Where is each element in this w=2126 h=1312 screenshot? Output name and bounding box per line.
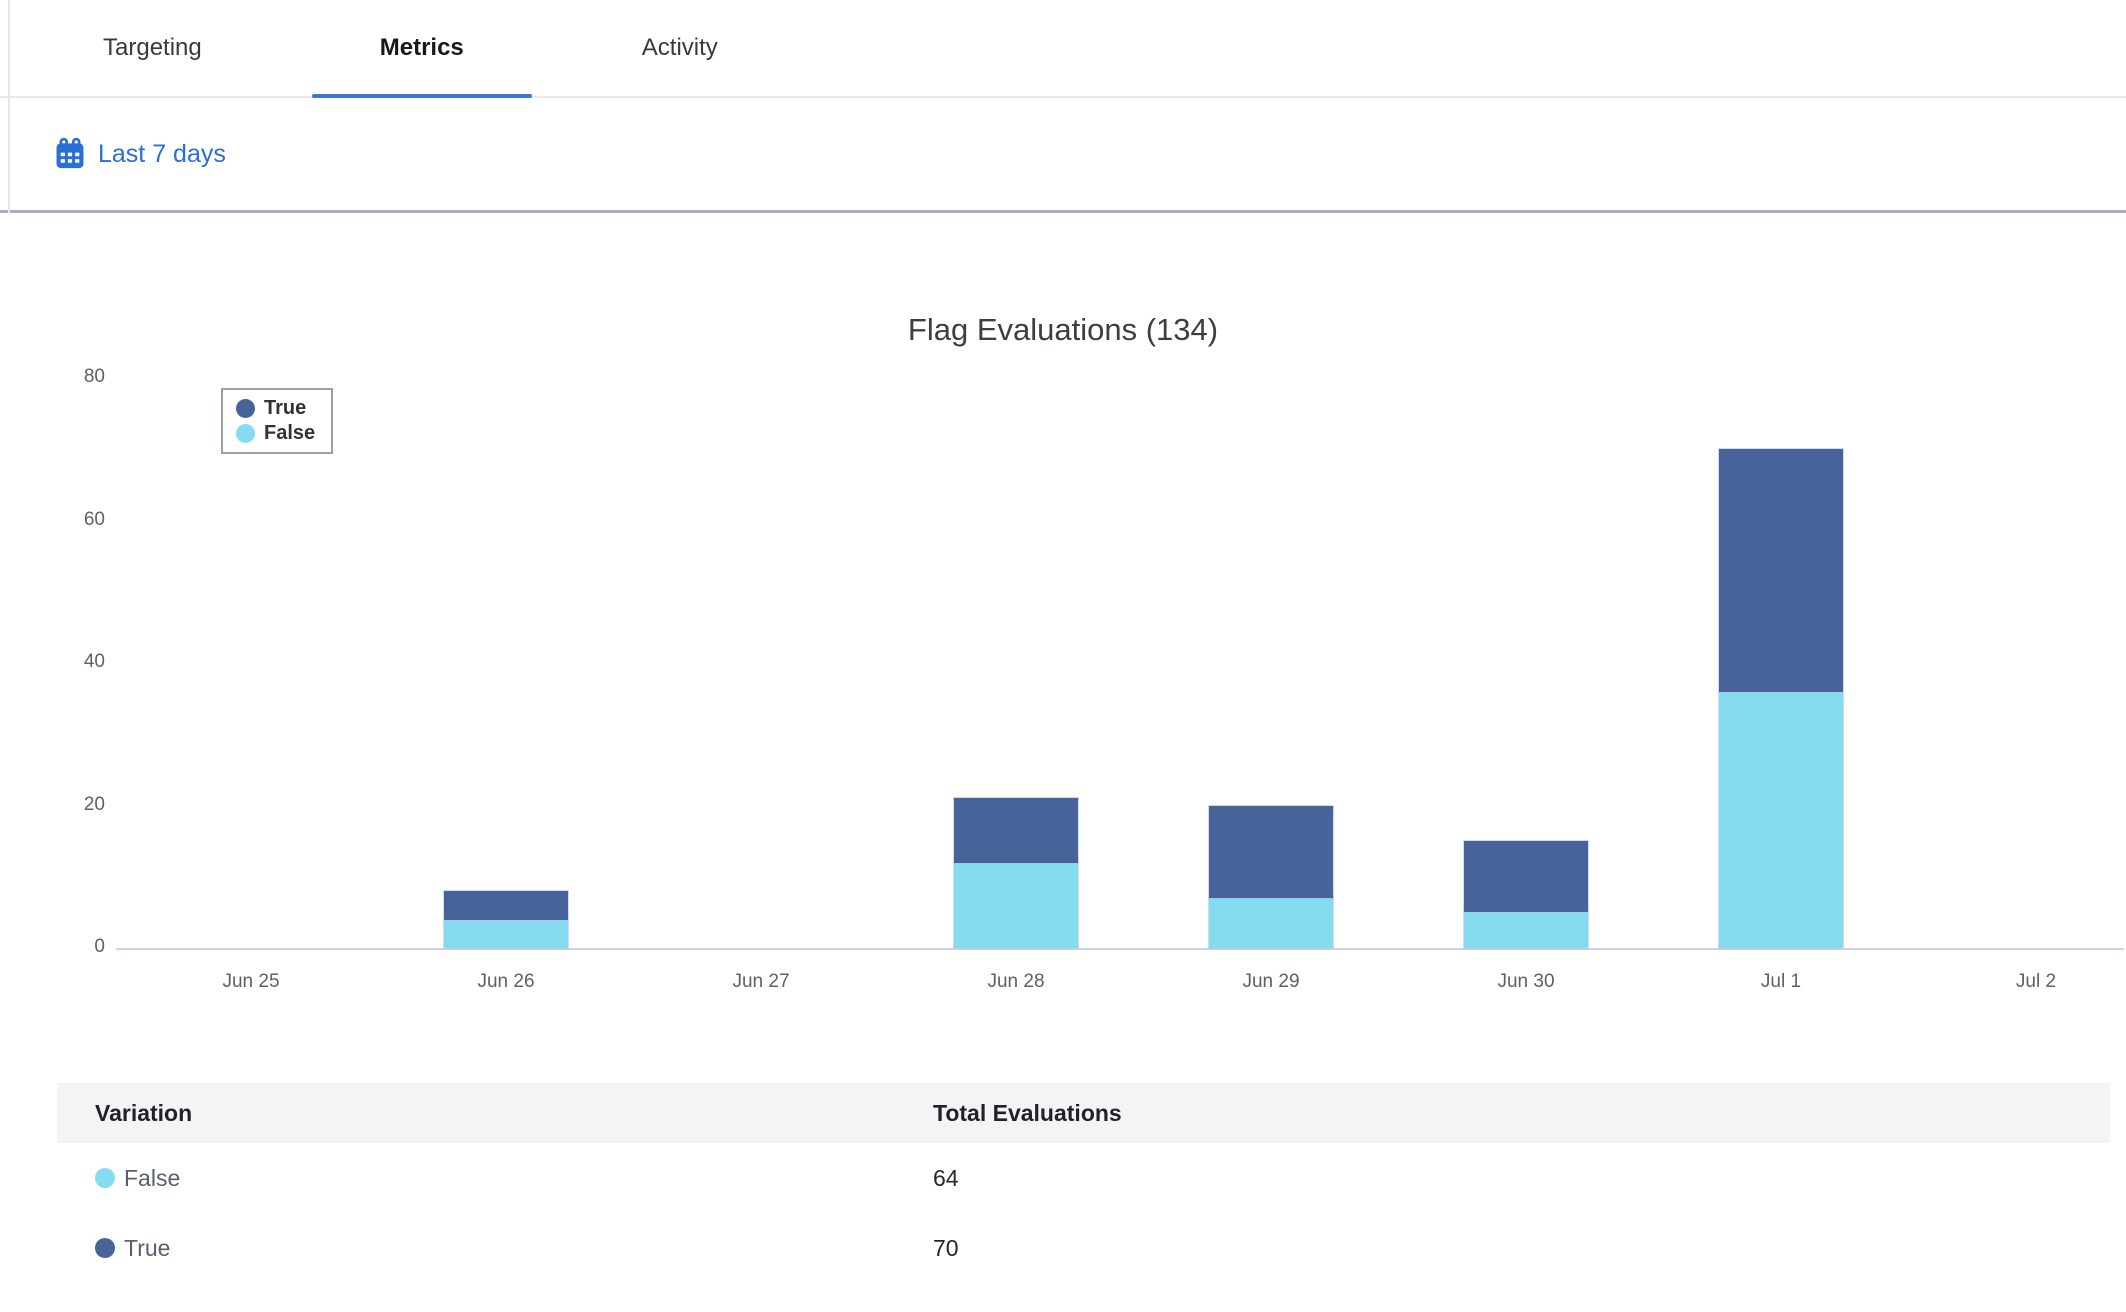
variation-false-label: False [124,1165,180,1192]
bar-segment-false-jul-1 [1719,692,1843,949]
table-row: True 70 [57,1213,2110,1283]
variation-true-swatch-icon [95,1238,115,1258]
total-evaluations-true: 70 [933,1235,2110,1262]
tab-metrics[interactable]: Metrics [312,0,532,96]
bar-segment-true-jun-28 [954,798,1078,862]
x-axis-tick-label: Jul 2 [1946,971,2126,993]
table-row: False 64 [57,1143,2110,1213]
y-axis-tick-label: 80 [25,366,105,388]
flag-evaluations-chart: True False 0 20 40 60 80 Jun 25 Jun 26 Jun 27 Ju… [0,357,2126,1057]
variation-true-label: True [124,1235,170,1262]
x-axis-tick-label: Jul 1 [1691,971,1871,993]
metrics-chart-section: Flag Evaluations (134) True False 0 20 40 6… [0,213,2126,1057]
column-header-total-evaluations: Total Evaluations [933,1100,2110,1127]
total-evaluations-false: 64 [933,1165,2110,1192]
x-axis-tick-label: Jun 25 [161,971,341,993]
legend-label-true: True [264,397,306,420]
date-range-label: Last 7 days [98,140,226,169]
x-axis-tick-label: Jun 30 [1436,971,1616,993]
bar-segment-true-jun-30 [1464,841,1588,912]
y-axis-tick-label: 40 [25,651,105,673]
legend-label-false: False [264,422,315,445]
date-filter-row: Last 7 days [0,98,2126,213]
x-axis-tick-label: Jun 29 [1181,971,1361,993]
legend-swatch-true-icon [236,399,255,418]
column-header-variation: Variation [95,1100,933,1127]
date-range-button[interactable]: Last 7 days [53,137,226,171]
x-axis-tick-label: Jun 28 [926,971,1106,993]
bar-segment-true-jun-29 [1209,806,1333,899]
table-header-row: Variation Total Evaluations [57,1083,2110,1143]
bar-segment-false-jun-29 [1209,898,1333,948]
variation-false-swatch-icon [95,1168,115,1188]
y-axis-tick-label: 0 [25,936,105,958]
tab-bar: Targeting Metrics Activity [0,0,2126,98]
y-axis-tick-label: 60 [25,509,105,531]
panel-left-edge [8,0,10,213]
tab-activity[interactable]: Activity [574,0,786,96]
x-axis-tick-label: Jun 26 [416,971,596,993]
calendar-icon [53,137,87,171]
bar-segment-false-jun-26 [444,920,568,949]
bar-segment-true-jul-1 [1719,449,1843,691]
y-axis-tick-label: 20 [25,794,105,816]
evaluations-table: Variation Total Evaluations False 64 Tru… [0,1083,2126,1283]
tab-targeting[interactable]: Targeting [35,0,270,96]
x-axis-line [116,948,2124,950]
bar-segment-false-jun-28 [954,863,1078,949]
chart-title: Flag Evaluations (134) [0,307,2126,357]
legend-item-true: True [236,397,315,420]
legend-item-false: False [236,422,315,445]
bar-segment-true-jun-26 [444,891,568,920]
x-axis-tick-label: Jun 27 [671,971,851,993]
bar-segment-false-jun-30 [1464,912,1588,948]
legend-swatch-false-icon [236,424,255,443]
chart-legend: True False [221,388,333,454]
